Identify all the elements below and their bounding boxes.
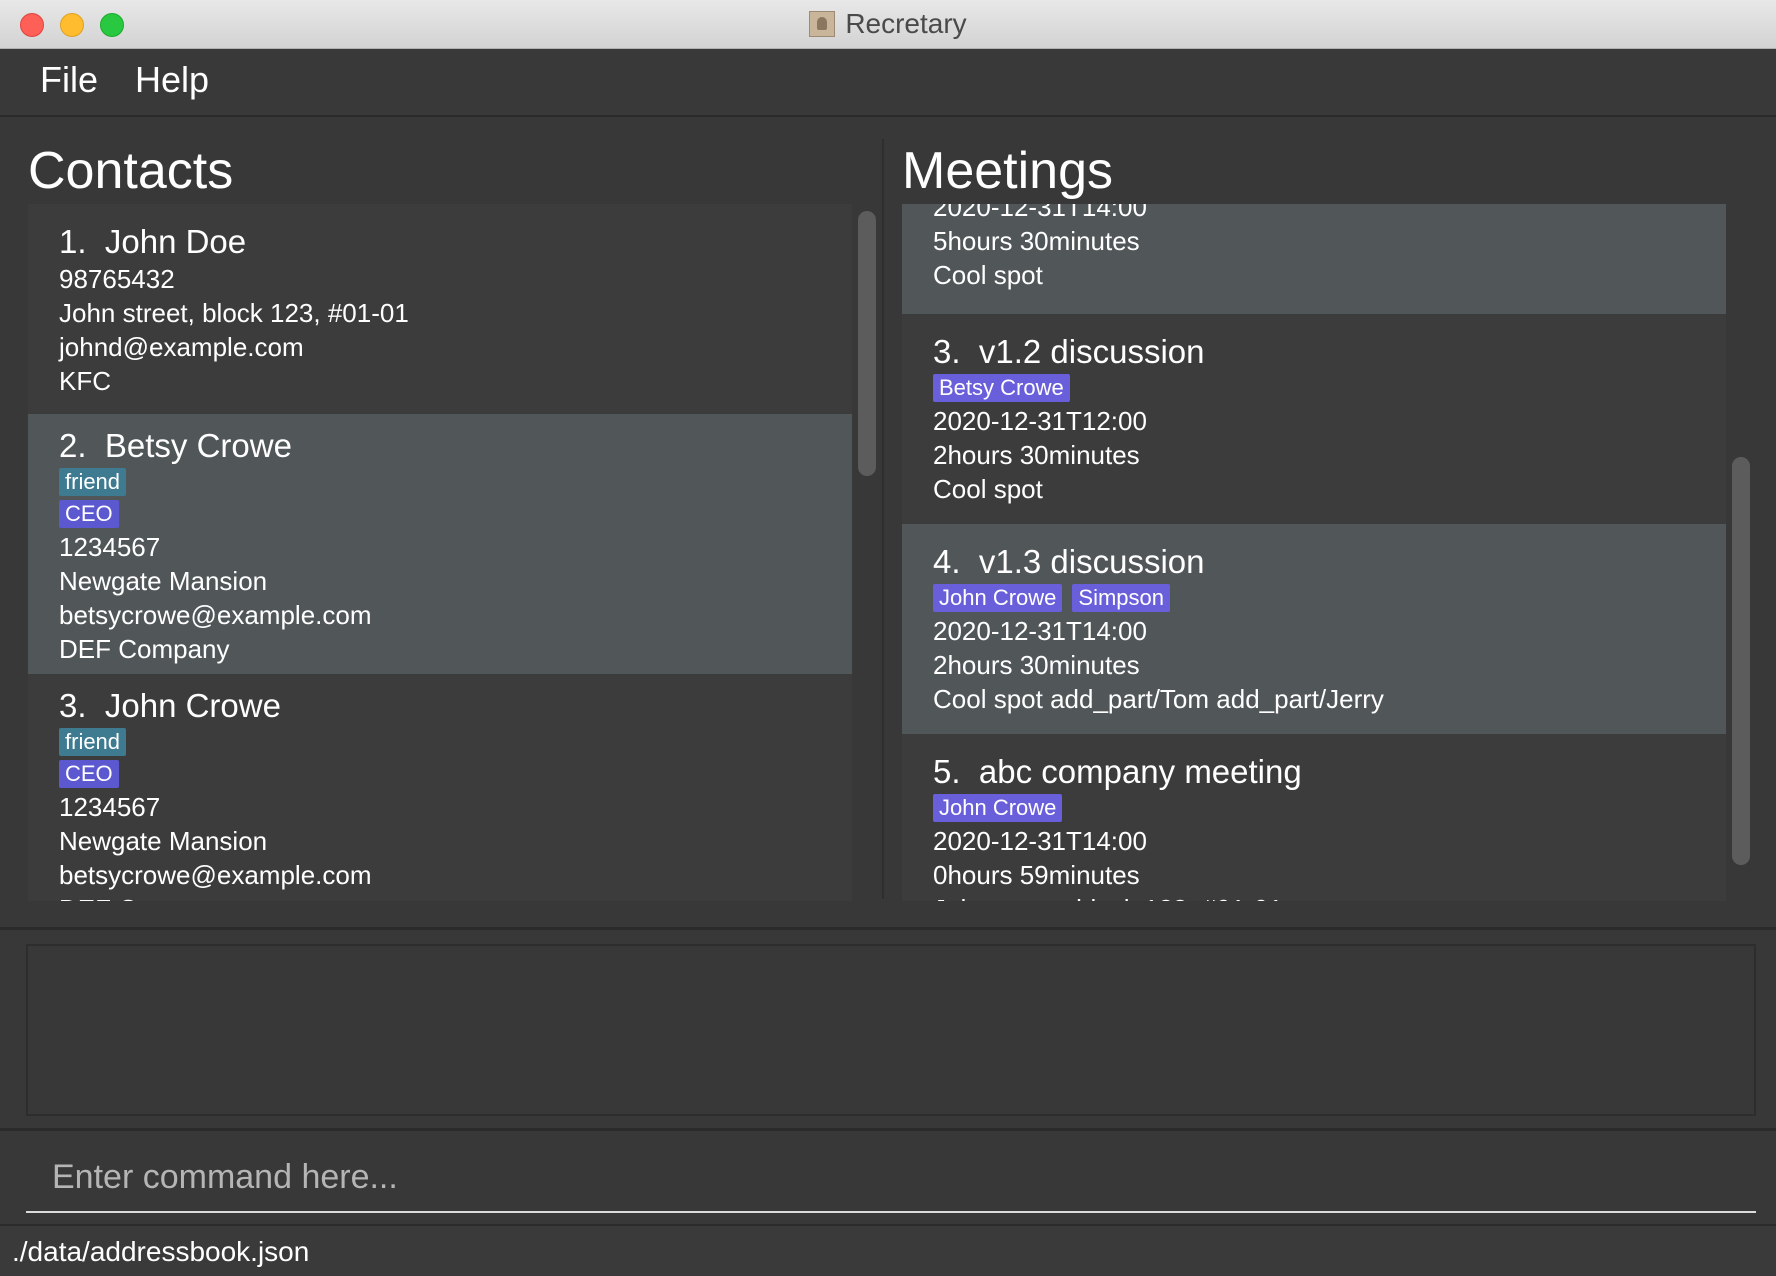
contact-company: KFC (59, 366, 111, 396)
meeting-duration: 2hours 30minutes (933, 440, 1140, 470)
contact-index: 3. (59, 687, 87, 724)
panel-divider[interactable] (882, 139, 884, 899)
contact-card[interactable]: 1. John Doe 98765432 John street, block … (28, 204, 852, 414)
meeting-card-partial[interactable]: 2020-12-31T14:00 5hours 30minutes Cool s… (902, 204, 1726, 314)
contact-address: John street, block 123, #01-01 (59, 298, 409, 328)
participant-tag: Simpson (1072, 584, 1170, 612)
meeting-datetime: 2020-12-31T14:00 (933, 616, 1147, 646)
meeting-location: Cool spot (933, 260, 1043, 290)
contacts-scrollbar[interactable] (858, 211, 876, 476)
meeting-duration: 0hours 59minutes (933, 860, 1140, 890)
status-bar: ./data/addressbook.json (0, 1224, 1776, 1276)
contact-email: betsycrowe@example.com (59, 600, 372, 630)
meeting-index: 4. (933, 543, 961, 580)
meeting-name: 3. v1.2 discussion (933, 332, 1726, 372)
meeting-card-selected[interactable]: 4. v1.3 discussion John Crowe Simpson 20… (902, 524, 1726, 734)
contact-company: DEF Company (59, 892, 852, 901)
contacts-title: Contacts (28, 142, 234, 200)
contact-index: 2. (59, 427, 87, 464)
meetings-scrollbar[interactable] (1732, 457, 1750, 865)
contact-tags: friend (59, 726, 852, 758)
meeting-participants: John Crowe Simpson (933, 582, 1726, 614)
contact-tags: CEO (59, 758, 852, 790)
contact-name-text: Betsy Crowe (104, 427, 292, 464)
contact-name: 3. John Crowe (59, 686, 852, 726)
participant-tag: Betsy Crowe (933, 374, 1070, 402)
participant-tag: John Crowe (933, 584, 1063, 612)
contact-name: 1. John Doe (59, 222, 852, 262)
meeting-duration: 5hours 30minutes (933, 226, 1140, 256)
menu-file[interactable]: File (40, 59, 98, 101)
meeting-name-text: v1.3 discussion (978, 543, 1205, 580)
contact-address: Newgate Mansion (59, 826, 268, 856)
contact-tags: friend (59, 466, 852, 498)
meeting-participants: Betsy Crowe (933, 372, 1726, 404)
menu-bar: File Help (0, 49, 1776, 117)
contact-phone: 98765432 (59, 264, 175, 294)
meetings-list[interactable]: 2020-12-31T14:00 5hours 30minutes Cool s… (902, 204, 1726, 901)
result-display (26, 944, 1756, 1116)
meeting-name: 4. v1.3 discussion (933, 542, 1726, 582)
contacts-list[interactable]: 1. John Doe 98765432 John street, block … (28, 204, 852, 901)
result-display-area (0, 927, 1776, 1131)
tag-friend: friend (59, 468, 127, 496)
tag-role: CEO (59, 500, 119, 528)
meeting-datetime: 2020-12-31T12:00 (933, 406, 1147, 436)
meeting-location: John street, block 123, #01-01 (933, 892, 1726, 901)
contact-name-text: John Doe (104, 223, 247, 260)
command-area (0, 1128, 1776, 1227)
tag-role: CEO (59, 760, 119, 788)
contact-phone: 1234567 (59, 532, 161, 562)
meeting-index: 5. (933, 753, 961, 790)
meeting-name-text: abc company meeting (978, 753, 1302, 790)
meeting-name-text: v1.2 discussion (978, 333, 1205, 370)
meeting-participants: John Crowe (933, 792, 1726, 824)
contact-name: 2. Betsy Crowe (59, 426, 852, 466)
contact-index: 1. (59, 223, 87, 260)
meeting-datetime: 2020-12-31T14:00 (933, 204, 1147, 222)
menu-help[interactable]: Help (135, 59, 209, 101)
window-title-wrap: Recretary (0, 0, 1776, 48)
contact-phone: 1234567 (59, 792, 161, 822)
meeting-card[interactable]: 3. v1.2 discussion Betsy Crowe 2020-12-3… (902, 314, 1726, 524)
app-window: Recretary File Help Contacts 1. John Doe… (0, 0, 1776, 1276)
meeting-location: Cool spot add_part/Tom add_part/Jerry (933, 684, 1384, 714)
contact-name-text: John Crowe (104, 687, 281, 724)
contact-email: betsycrowe@example.com (59, 860, 372, 890)
participant-tag: John Crowe (933, 794, 1063, 822)
save-location-text: ./data/addressbook.json (12, 1236, 310, 1267)
contact-company: DEF Company (59, 634, 230, 664)
meeting-card[interactable]: 5. abc company meeting John Crowe 2020-1… (902, 734, 1726, 901)
contact-email: johnd@example.com (59, 332, 304, 362)
contact-card-selected[interactable]: 2. Betsy Crowe friend CEO 1234567 Newgat… (28, 414, 852, 674)
meeting-name: 5. abc company meeting (933, 752, 1726, 792)
contact-card[interactable]: 3. John Crowe friend CEO 1234567 Newgate… (28, 674, 852, 901)
meetings-title: Meetings (902, 142, 1113, 200)
contact-address: Newgate Mansion (59, 566, 268, 596)
window-title: Recretary (845, 8, 967, 39)
app-document-icon (809, 11, 836, 37)
meeting-index: 3. (933, 333, 961, 370)
command-input[interactable] (26, 1143, 1756, 1213)
title-bar: Recretary (0, 0, 1776, 49)
main-panel: Contacts 1. John Doe 98765432 John stree… (0, 117, 1776, 927)
meeting-datetime: 2020-12-31T14:00 (933, 826, 1147, 856)
meeting-location: Cool spot (933, 474, 1043, 504)
tag-friend: friend (59, 728, 127, 756)
meeting-duration: 2hours 30minutes (933, 650, 1140, 680)
contact-tags: CEO (59, 498, 852, 530)
